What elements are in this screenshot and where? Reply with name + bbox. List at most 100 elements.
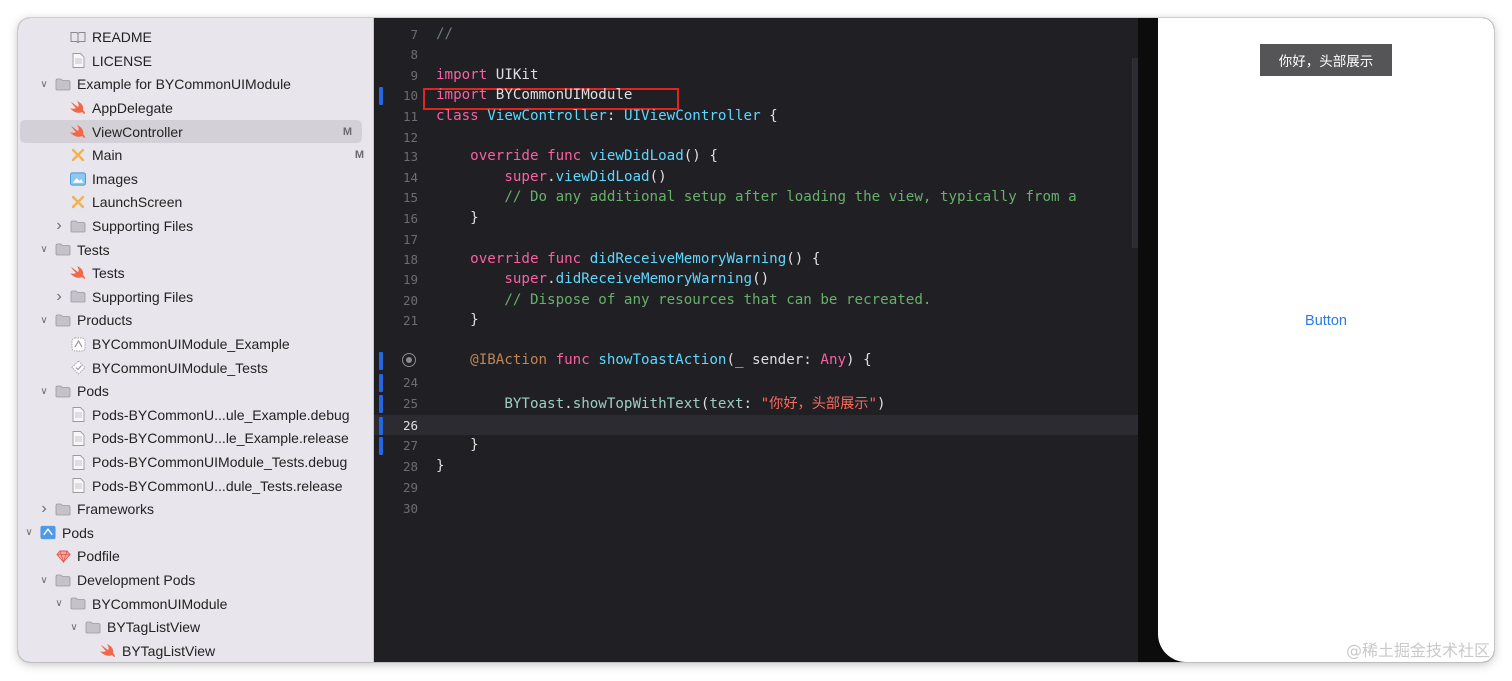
chevron-down-icon[interactable]: ∨ [22,527,36,538]
code-line[interactable]: 8 [374,44,1138,64]
code-line[interactable]: 29 [374,477,1138,497]
code-line[interactable]: 10 import BYCommonUIModule [374,85,1138,105]
code-token: ViewController [487,108,607,124]
code-token: () [752,271,770,287]
code-token: import [436,87,488,103]
chevron-down-icon[interactable]: ∨ [37,315,51,326]
navigator-item[interactable]: AppDelegate [18,96,373,120]
navigator-item[interactable]: Pods-BYCommonU...le_Example.release [18,427,373,451]
change-indicator-bar[interactable] [379,352,383,370]
folder-icon [55,76,71,92]
ibaction-connection-icon[interactable] [402,353,416,367]
code-line[interactable]: 14 super.viewDidLoad() [374,167,1138,187]
code-line[interactable]: 9 import UIKit [374,65,1138,85]
navigator-item-label: Supporting Files [92,218,194,235]
navigator-item[interactable]: Main M [18,144,373,168]
show-toast-button[interactable]: Button [1286,310,1366,332]
navigator-item[interactable]: LaunchScreen [18,191,373,215]
code-line[interactable]: 27 } [374,435,1138,455]
navigator-item[interactable]: ∨ BYCommonUIModule [18,592,373,616]
folder-icon [70,596,86,612]
folder-icon [70,289,86,305]
chevron-down-icon[interactable]: ∨ [67,622,81,633]
navigator-item[interactable]: Tests [18,262,373,286]
project-navigator[interactable]: README LICENSE ∨ Example for BYCommonUIModu… [18,18,374,662]
navigator-item[interactable]: ViewController M [20,119,362,144]
code-line[interactable]: 18 override func didReceiveMemoryWarning… [374,249,1138,269]
code-line[interactable]: @IBAction func showToastAction(_ sender:… [374,350,1138,370]
code-token: // Dispose of any resources that can be … [504,292,932,308]
code-token: : [606,108,624,124]
change-indicator-bar[interactable] [379,395,383,413]
chevron-down-icon[interactable]: ∨ [52,598,66,609]
code-line[interactable]: 25 BYToast.showTopWithText(text: "你好，头部展… [374,393,1138,413]
navigator-item[interactable]: LICENSE [18,49,373,73]
code-line[interactable]: 28} [374,456,1138,476]
code-token: } [436,210,479,226]
navigator-item[interactable]: ∨ Pods [18,521,373,545]
change-indicator-bar[interactable] [379,437,383,455]
navigator-item[interactable]: README [18,26,373,50]
code-line[interactable]: 19 super.didReceiveMemoryWarning() [374,269,1138,289]
chevron-down-icon[interactable]: ∨ [37,575,51,586]
change-indicator-bar[interactable] [379,87,383,105]
chevron-down-icon[interactable]: ∨ [37,244,51,255]
change-indicator-bar[interactable] [379,374,383,392]
code-line[interactable]: 30 [374,498,1138,518]
navigator-item[interactable]: ∨ Tests [18,238,373,262]
code-line[interactable] [374,331,1138,351]
code-line[interactable]: 16 } [374,208,1138,228]
code-line[interactable]: 11 class ViewController: UIViewController… [374,106,1138,126]
navigator-item[interactable]: ∨ Example for BYCommonUIModule [18,73,373,97]
navigator-item[interactable]: BYCommonUIModule_Tests [18,356,373,380]
code-line[interactable]: 17 [374,229,1138,249]
navigator-item[interactable]: Pods-BYCommonU...ule_Example.debug [18,403,373,427]
chevron-down-icon[interactable]: ∨ [37,386,51,397]
code-line[interactable]: 20 // Dispose of any resources that can … [374,290,1138,310]
chevron-right-icon[interactable]: › [37,500,51,518]
xcode-window: README LICENSE ∨ Example for BYCommonUIModu… [18,18,1494,662]
navigator-item-label: LICENSE [92,52,152,69]
code-line[interactable]: 21 } [374,310,1138,330]
navigator-item[interactable]: ∨ BYTagListView [18,616,373,640]
folder-icon [55,383,71,399]
chevron-right-icon[interactable]: › [52,288,66,306]
navigator-item[interactable]: Images [18,167,373,191]
code-token: } [436,312,479,328]
navigator-item[interactable]: › Supporting Files [18,285,373,309]
navigator-item-label: Tests [77,241,110,258]
code-token: func [555,352,590,368]
navigator-item-label: Frameworks [77,501,155,518]
navigator-item[interactable]: › Supporting Files [18,214,373,238]
navigator-item[interactable]: › Frameworks [18,498,373,522]
navigator-item[interactable]: BYCommonUIModule_Example [18,332,373,356]
navigator-item[interactable]: Pods-BYCommonUIModule_Tests.debug [18,450,373,474]
project-icon [40,525,56,541]
code-token: didReceiveMemoryWarning [589,251,787,267]
navigator-item[interactable]: Podfile [18,545,373,569]
asset-catalog-icon [70,171,86,187]
code-line[interactable]: 15 // Do any additional setup after load… [374,187,1138,207]
line-number: 14 [402,169,418,185]
navigator-item[interactable]: ∨ Development Pods [18,568,373,592]
code-token: showTopWithText [572,396,701,412]
chevron-right-icon[interactable]: › [52,217,66,235]
code-line[interactable]: 7 // [374,24,1138,44]
navigator-item[interactable]: ∨ Products [18,309,373,333]
navigator-item-label: BYTagListView [107,619,201,636]
navigator-item[interactable]: ∨ Pods [18,380,373,404]
chevron-down-icon[interactable]: ∨ [37,79,51,90]
navigator-item[interactable]: BYTagListView [18,639,373,662]
code-line[interactable]: 13 override func viewDidLoad() { [374,146,1138,166]
code-line[interactable]: 26 [374,415,1138,435]
navigator-item-label: ViewController [92,123,183,140]
code-token: super [504,271,548,287]
code-line[interactable]: 24 [374,372,1138,392]
code-line[interactable]: 12 [374,127,1138,147]
code-editor[interactable]: 7 // 8 9 import UIKit 10 import BYCommonUIModu… [374,18,1138,662]
change-indicator-bar[interactable] [379,417,383,435]
navigator-item[interactable]: Pods-BYCommonU...dule_Tests.release [18,474,373,498]
